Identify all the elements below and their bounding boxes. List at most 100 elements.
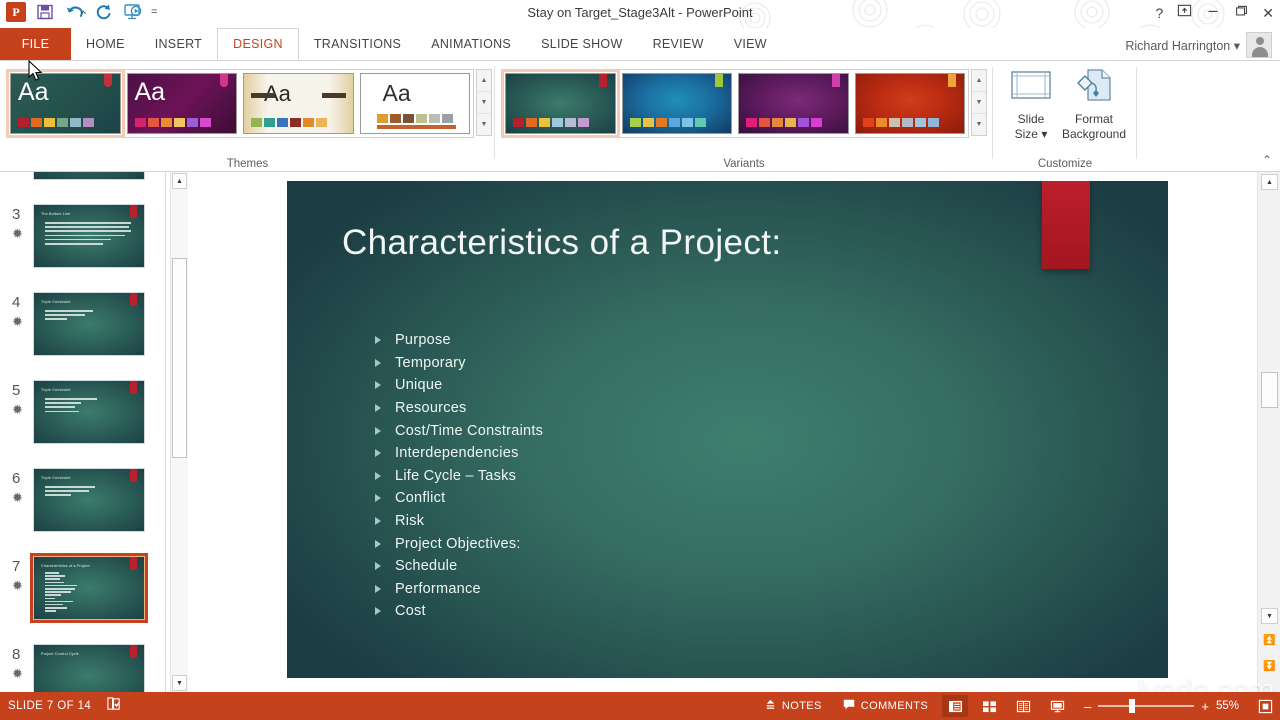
ribbon-display-options-icon[interactable] [1177, 3, 1192, 23]
list-item[interactable]: 7 ✹ Characteristics of a Project: [0, 556, 166, 644]
variants-more-button[interactable]: ▼ [972, 114, 986, 135]
slide-thumbnail[interactable] [33, 172, 145, 180]
tab-file[interactable]: FILE [0, 28, 71, 60]
avatar[interactable] [1246, 32, 1272, 58]
canvas-scroll-up-button[interactable]: ▲ [1261, 174, 1278, 190]
slide-editing-canvas[interactable]: Characteristics of a Project: Purpose Te… [190, 172, 1255, 692]
next-slide-button[interactable]: ⏬ [1261, 658, 1278, 674]
current-slide[interactable]: Characteristics of a Project: Purpose Te… [287, 181, 1168, 678]
theme-basis-white[interactable]: Aa [360, 73, 471, 134]
bullet-marker-icon [375, 427, 381, 435]
bullet-text: Life Cycle – Tasks [395, 468, 516, 484]
notes-button[interactable]: NOTES [758, 695, 828, 717]
group-customize: Slide Size ▾ Format Bac [993, 61, 1137, 172]
slide-thumbnail-title: Triple Constraint [41, 476, 71, 480]
zoom-out-button[interactable]: – [1084, 700, 1091, 713]
collapse-ribbon-button[interactable]: ⌃ [1262, 153, 1272, 167]
variants-scroll-up-button[interactable]: ▲ [972, 70, 986, 92]
chevron-down-icon: ▾ [1234, 39, 1240, 53]
chevron-down-icon: ▾ [1041, 127, 1047, 141]
normal-view-button[interactable] [942, 695, 968, 717]
list-item[interactable]: 4 ✹ Triple Constraint [0, 292, 166, 380]
bullet-item: Conflict [375, 487, 543, 510]
slide-size-label-line2: Size [1015, 127, 1038, 141]
help-icon[interactable]: ? [1155, 3, 1163, 23]
account-name[interactable]: Richard Harrington ▾ [1125, 38, 1240, 53]
bullet-marker-icon [375, 359, 381, 367]
variant-accent-tag [715, 74, 723, 87]
slide-thumbnail-pane[interactable]: 3 ✹ The Bottom Line 4 ✹ Triple Constrain… [0, 172, 166, 692]
tab-review[interactable]: REVIEW [638, 28, 719, 60]
restore-button[interactable] [1234, 3, 1248, 23]
canvas-scrollbar[interactable]: ▲ ▼ ⏫ ⏬ [1257, 172, 1280, 692]
list-item[interactable]: 8 ✹ Project Control Cycle [0, 644, 166, 692]
bullet-item: Cost/Time Constraints [375, 419, 543, 442]
variants-gallery [501, 69, 969, 138]
canvas-scrollbar-thumb[interactable] [1261, 372, 1278, 408]
bullet-text: Risk [395, 513, 424, 529]
slide-size-button[interactable]: Slide Size ▾ [999, 67, 1063, 142]
variant-swatches [513, 118, 589, 127]
list-item[interactable] [0, 172, 166, 204]
bullet-text: Performance [395, 581, 481, 597]
thumbnail-scrollbar-thumb[interactable] [172, 258, 187, 458]
slide-body-placeholder[interactable]: Purpose Temporary Unique Resources Cost/… [375, 329, 543, 623]
themes-more-button[interactable]: ▼ [477, 114, 491, 135]
tab-slide-show[interactable]: SLIDE SHOW [526, 28, 638, 60]
slide-thumbnail-title: Triple Constraint [41, 300, 71, 304]
fit-to-window-button[interactable] [1254, 695, 1276, 717]
variants-scroll-down-button[interactable]: ▼ [972, 92, 986, 114]
zoom-slider-handle[interactable] [1129, 699, 1135, 713]
comments-button[interactable]: COMMENTS [836, 695, 934, 717]
variant-red[interactable] [855, 73, 966, 134]
theme-facet-green[interactable]: Aa [10, 73, 121, 134]
reading-view-button[interactable] [1010, 695, 1036, 717]
tab-insert[interactable]: INSERT [140, 28, 217, 60]
variant-purple[interactable] [738, 73, 849, 134]
previous-slide-button[interactable]: ⏫ [1261, 632, 1278, 648]
list-item[interactable]: 5 ✹ Triple Constraint [0, 380, 166, 468]
slide-title-placeholder[interactable]: Characteristics of a Project: [342, 223, 782, 263]
variant-blue[interactable] [622, 73, 733, 134]
tab-animations[interactable]: ANIMATIONS [416, 28, 526, 60]
slide-thumbnail[interactable]: Triple Constraint [33, 292, 145, 356]
tab-transitions[interactable]: TRANSITIONS [299, 28, 416, 60]
list-item[interactable]: 3 ✹ The Bottom Line [0, 204, 166, 292]
format-background-button[interactable]: Format Background [1055, 67, 1133, 142]
slide-indicator[interactable]: SLIDE 7 OF 14 [8, 700, 91, 712]
thumbnail-scroll-down-button[interactable]: ▼ [172, 675, 187, 691]
themes-scroll-up-button[interactable]: ▲ [477, 70, 491, 92]
canvas-scroll-down-button[interactable]: ▼ [1261, 608, 1278, 624]
close-button[interactable]: ✕ [1262, 3, 1274, 23]
slide-thumbnail[interactable]: Triple Constraint [33, 380, 145, 444]
proofing-icon[interactable] [105, 696, 122, 716]
notes-icon [764, 698, 777, 714]
theme-swatches [18, 118, 94, 127]
slide-show-button[interactable] [1044, 695, 1070, 717]
theme-purple[interactable]: Aa [127, 73, 238, 134]
slide-sorter-view-button[interactable] [976, 695, 1002, 717]
zoom-in-button[interactable]: + [1201, 700, 1209, 713]
slide-thumbnail[interactable]: Project Control Cycle [33, 644, 145, 692]
theme-wood-type[interactable]: Aa [243, 73, 354, 134]
variant-green[interactable] [505, 73, 616, 134]
slide-thumbnail[interactable]: The Bottom Line [33, 204, 145, 268]
themes-scroll-down-button[interactable]: ▼ [477, 92, 491, 114]
slide-thumbnail-current[interactable]: Characteristics of a Project: [33, 556, 145, 620]
zoom-level[interactable]: 55% [1216, 700, 1246, 712]
slide-thumbnail[interactable]: Triple Constraint [33, 468, 145, 532]
tab-home[interactable]: HOME [71, 28, 140, 60]
tab-view[interactable]: VIEW [719, 28, 782, 60]
tab-design[interactable]: DESIGN [217, 28, 299, 60]
minimize-button[interactable] [1206, 3, 1220, 23]
list-item[interactable]: 6 ✹ Triple Constraint [0, 468, 166, 556]
zoom-slider[interactable] [1098, 699, 1194, 713]
slide-thumbnail-title: The Bottom Line [41, 212, 70, 216]
thumbnail-pane-scrollbar[interactable]: ▲ ▼ [170, 172, 188, 692]
bullet-item: Purpose [375, 329, 543, 352]
bullet-marker-icon [375, 607, 381, 615]
thumbnail-scroll-up-button[interactable]: ▲ [172, 173, 187, 189]
bullet-text: Interdependencies [395, 445, 519, 461]
animation-star-icon: ✹ [12, 666, 23, 682]
bullet-text: Unique [395, 377, 442, 393]
